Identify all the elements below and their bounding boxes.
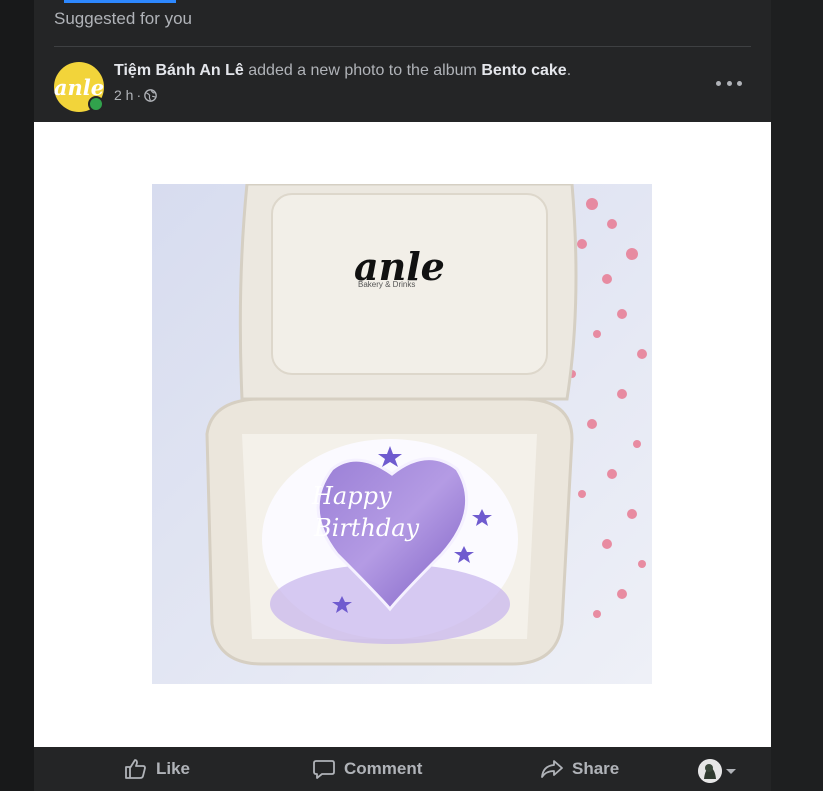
photo-container[interactable]: anle Bakery & Drinks Happy Birthday xyxy=(34,122,771,747)
share-icon xyxy=(541,760,563,778)
chevron-down-icon xyxy=(726,768,736,774)
page-name-link[interactable]: Tiệm Bánh An Lê xyxy=(114,62,244,79)
online-status-dot xyxy=(88,96,104,112)
cake-text-birthday: Birthday xyxy=(314,514,420,542)
post-meta: 2 h · xyxy=(114,87,157,103)
viewer-avatar-selector[interactable] xyxy=(698,759,736,783)
right-rail xyxy=(771,0,823,791)
comment-icon xyxy=(313,760,335,779)
action-text: added a new photo to the album xyxy=(243,62,482,79)
avatar-icon xyxy=(698,759,722,783)
post-photo[interactable]: anle Bakery & Drinks Happy Birthday xyxy=(152,184,652,684)
like-label: Like xyxy=(156,759,191,778)
share-button[interactable]: Share xyxy=(540,747,619,791)
thumbs-up-icon xyxy=(125,759,146,779)
suggested-label: Suggested for you xyxy=(54,9,192,28)
comment-label: Comment xyxy=(344,759,423,778)
page-avatar[interactable]: anle xyxy=(54,62,104,112)
dot-icon xyxy=(737,80,742,86)
globe-icon[interactable] xyxy=(144,88,157,102)
meta-separator: · xyxy=(136,87,142,103)
divider xyxy=(54,46,751,47)
headline-punctuation: . xyxy=(566,62,572,79)
share-label: Share xyxy=(572,759,620,778)
comment-button[interactable]: Comment xyxy=(312,747,422,791)
box-logo-subtitle: Bakery & Drinks xyxy=(358,280,416,289)
album-link[interactable]: Bento cake xyxy=(481,62,566,79)
tab-indicator xyxy=(64,0,176,3)
post-headline: Tiệm Bánh An Lê added a new photo to the… xyxy=(114,62,571,80)
dot-icon xyxy=(726,80,732,86)
post-card: Suggested for you anle Tiệm Bánh An Lê a… xyxy=(34,0,771,791)
cake-text-happy: Happy xyxy=(312,482,392,510)
post-actions-bar: Like Comment Share xyxy=(34,747,771,791)
more-options-button[interactable] xyxy=(716,76,742,90)
dot-icon xyxy=(716,80,721,86)
viewer-avatar xyxy=(698,759,722,783)
post-time[interactable]: 2 h xyxy=(114,87,133,103)
like-button[interactable]: Like xyxy=(124,747,190,791)
